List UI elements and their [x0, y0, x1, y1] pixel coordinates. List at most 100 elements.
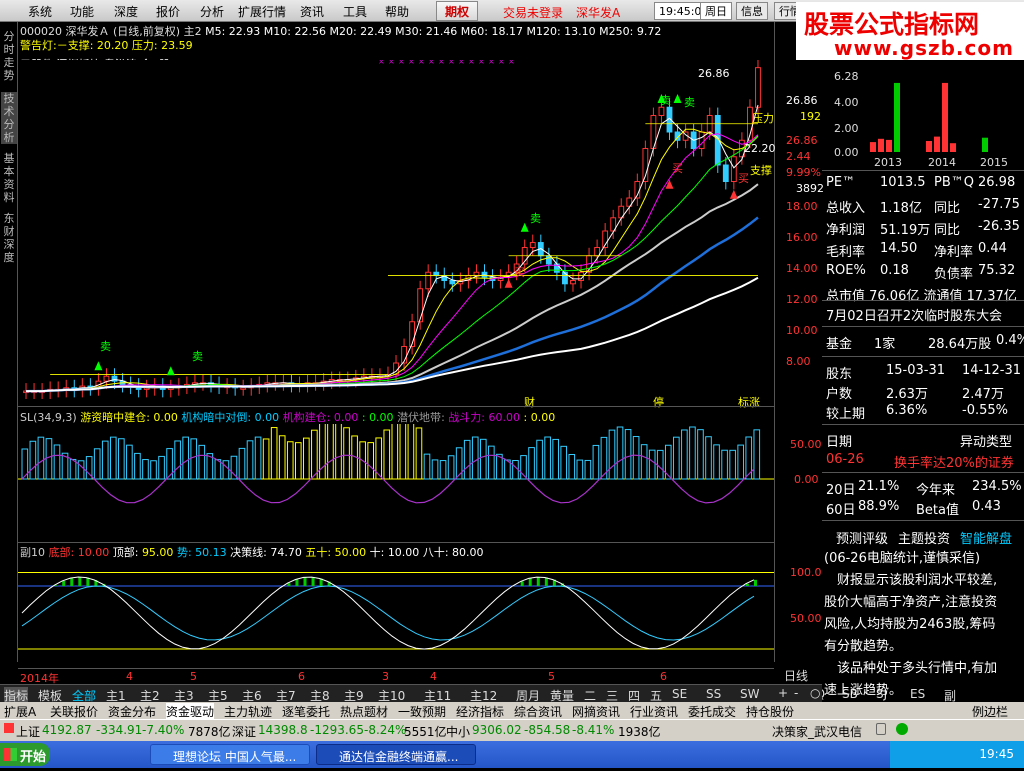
menu-depth[interactable]: 深度	[114, 3, 138, 20]
candle	[699, 132, 704, 149]
ind1-value: 0.00	[255, 411, 280, 424]
remove-icon[interactable]: -	[794, 686, 798, 700]
candle	[474, 272, 479, 275]
function-button[interactable]: 一致预期	[398, 703, 446, 720]
analysis-line: 财报显示该股利润水平较差,	[824, 569, 997, 588]
network-icon[interactable]	[876, 723, 886, 735]
function-button[interactable]: 委托成交	[688, 703, 736, 720]
index-sh-label[interactable]: 上证	[16, 723, 40, 740]
add-icon[interactable]: +	[778, 686, 788, 700]
settings-icon[interactable]: ○	[810, 686, 820, 700]
menu-tools[interactable]: 工具	[343, 3, 367, 20]
ind1-value: 0.00	[369, 411, 394, 424]
ind1-background	[18, 424, 774, 542]
chart-mark: ×	[498, 60, 505, 66]
price-axis-label: 26.86	[786, 94, 818, 107]
kline-chart[interactable]: ××××××××××××××	[18, 60, 774, 406]
menu-news[interactable]: 资讯	[300, 3, 324, 20]
trade-login-status[interactable]: 交易未登录	[503, 4, 563, 21]
fin-label: PE™	[826, 175, 855, 190]
sidebar-toggle[interactable]: 例边栏	[972, 703, 1008, 720]
sell-signal-label: 卖	[530, 210, 541, 226]
function-bar: 扩展A 关联报价资金分布资金驱动主力轨迹逐笔委托热点题材一致预期经济指标综合资讯网…	[0, 702, 800, 719]
tab-intraday[interactable]: 分时走势	[1, 30, 17, 82]
tab-fundamentals[interactable]: 基本资料	[1, 152, 17, 204]
function-button[interactable]: 资金驱动	[166, 703, 214, 720]
buy-signal-label: 买	[514, 264, 525, 280]
index-zx-label[interactable]: 中小	[446, 723, 470, 740]
holder-value: 6.36%	[886, 403, 927, 418]
stock-title: 深华发A	[576, 4, 620, 21]
function-button[interactable]: 持仓股份	[746, 703, 794, 720]
ind2-bar	[537, 577, 540, 586]
chart-mark: ×	[378, 60, 385, 66]
weekday: 周日	[700, 2, 732, 20]
ind2-bar	[295, 579, 298, 586]
menu-function[interactable]: 功能	[70, 3, 94, 20]
menu-system[interactable]: 系统	[28, 3, 52, 20]
function-button[interactable]: 网摘资讯	[572, 703, 620, 720]
analysis-line: (06-26电脑统计,谨慎采信)	[824, 547, 980, 566]
fin-label: 负债率	[934, 263, 973, 282]
indicator-chart-1[interactable]	[18, 424, 774, 542]
period-button[interactable]: 日线	[784, 667, 808, 684]
ind1-value: 60.00	[489, 411, 521, 424]
function-button[interactable]: 资金分布	[108, 703, 156, 720]
ind1-value: 0.00	[531, 411, 556, 424]
finance-bar	[934, 137, 940, 152]
taskbar: 开始 理想论坛 中国人气最... 通达信金融终端通赢... 19:45	[0, 741, 1024, 768]
fin-value: 1013.5	[880, 175, 926, 190]
tab-theme[interactable]: 主题投资	[898, 528, 950, 547]
function-button[interactable]: 关联报价	[50, 703, 98, 720]
index-sz-label[interactable]: 深证	[232, 723, 256, 740]
taskbar-item-active[interactable]: 通达信金融终端通赢...	[316, 744, 476, 765]
chart-mark: ×	[488, 60, 495, 66]
price-axis-label: 3892	[796, 182, 824, 195]
bar-year-label: 2015	[980, 156, 1008, 169]
ind1-title: SL(34,9,3)	[20, 411, 77, 424]
function-button[interactable]: 行业资讯	[630, 703, 678, 720]
analysis-line: 有分散趋势。	[824, 635, 902, 654]
abn-type-header: 异动类型	[960, 431, 1012, 450]
indicator-chart-2[interactable]	[18, 558, 774, 668]
menu-help[interactable]: 帮助	[385, 3, 409, 20]
tab-technical[interactable]: 技术分析	[1, 92, 17, 144]
performance-table: 20日21.1%今年来234.5%60日88.9%Beta值0.43	[822, 472, 1024, 520]
price-axis-label: 16.00	[786, 231, 818, 244]
ind1-label: 游资暗中建仓	[80, 411, 146, 424]
menu-analysis[interactable]: 分析	[200, 3, 224, 20]
ind2-bar	[545, 577, 548, 586]
function-button[interactable]: 扩展A	[4, 703, 36, 720]
fin-label: 净利润	[826, 219, 865, 238]
ma-values: M5: 22.93 M10: 22.56 M20: 22.49 M30: 21.…	[205, 25, 661, 38]
ind2-bar	[529, 578, 532, 586]
info-button[interactable]: 信息	[736, 2, 768, 20]
indicator-tab[interactable]: SS	[706, 687, 721, 701]
function-button[interactable]: 主力轨迹	[224, 703, 272, 720]
taskbar-item[interactable]: 理想论坛 中国人气最...	[150, 744, 310, 765]
tab-depth[interactable]: 东财深度	[1, 212, 17, 264]
notice-text[interactable]: 7月02日召开2次临时股东大会	[826, 305, 1002, 324]
index-sz-pct: -8.24%	[364, 723, 406, 737]
function-button[interactable]: 逐笔委托	[282, 703, 330, 720]
start-button[interactable]: 开始	[0, 743, 50, 766]
fund-pct: 0.4%	[996, 333, 1024, 348]
fin-label: 总收入	[826, 197, 865, 216]
notice-row: 7月02日召开2次临时股东大会	[822, 300, 1024, 326]
abn-type: 换手率达20%的证券	[894, 452, 1014, 471]
menu-quotes[interactable]: 报价	[156, 3, 180, 20]
ind2-bar	[62, 581, 65, 586]
function-button[interactable]: 经济指标	[456, 703, 504, 720]
buy-signal-label: 买	[738, 170, 749, 186]
menu-extended[interactable]: 扩展行情	[238, 3, 286, 20]
x-tick: 5	[548, 670, 555, 683]
chart-mark: ×	[388, 60, 395, 66]
menu-options[interactable]: 期权	[436, 1, 478, 21]
indicator-tab[interactable]: SW	[740, 687, 759, 701]
tab-smart[interactable]: 智能解盘	[960, 528, 1012, 547]
tab-rating[interactable]: 预测评级	[836, 528, 888, 547]
function-button[interactable]: 综合资讯	[514, 703, 562, 720]
watermark: 股票公式指标网 www.gszb.com	[796, 2, 1024, 60]
indicator-tab[interactable]: SE	[672, 687, 687, 701]
function-button[interactable]: 热点题材	[340, 703, 388, 720]
